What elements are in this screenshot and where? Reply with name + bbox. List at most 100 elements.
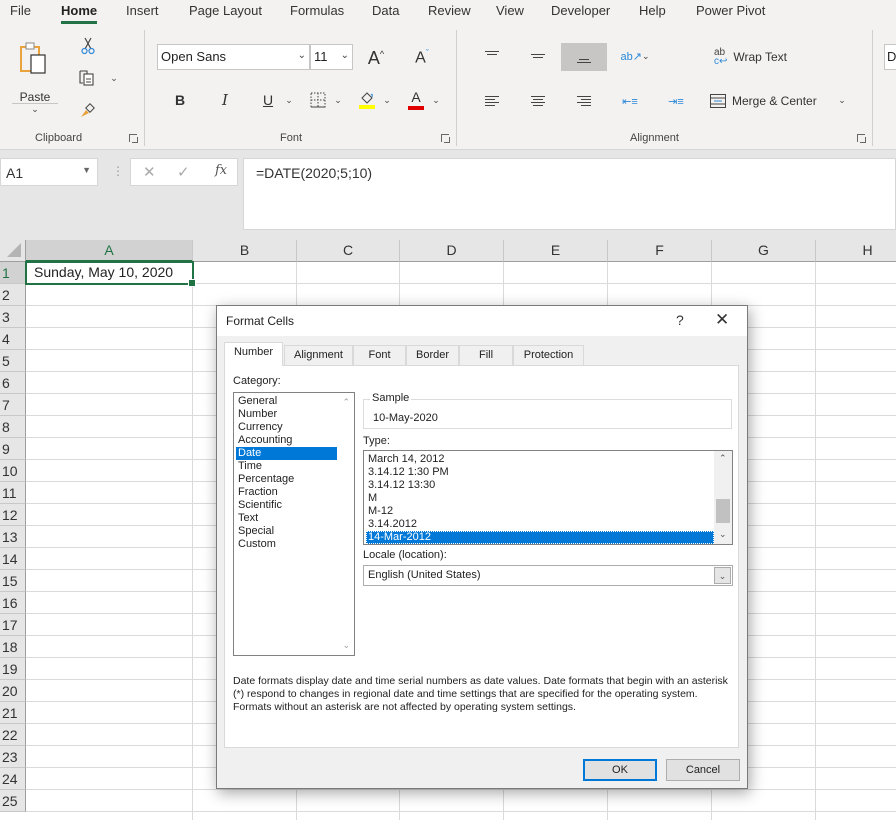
- close-button[interactable]: ✕: [715, 310, 729, 330]
- row-header-4[interactable]: 4: [0, 328, 26, 350]
- tab-font[interactable]: Font: [353, 345, 406, 365]
- tab-review[interactable]: Review: [428, 3, 471, 18]
- tab-number[interactable]: Number: [224, 342, 283, 366]
- paste-button[interactable]: [14, 38, 56, 82]
- scroll-up-icon[interactable]: ⌃: [719, 453, 727, 464]
- category-item-scientific[interactable]: Scientific: [236, 499, 337, 512]
- row-header-6[interactable]: 6: [0, 372, 26, 394]
- column-header-f[interactable]: F: [608, 240, 712, 262]
- formula-bar-grip[interactable]: ⋮: [112, 164, 124, 178]
- column-header-h[interactable]: H: [816, 240, 896, 262]
- type-item[interactable]: 3.14.12 1:30 PM: [366, 466, 714, 479]
- row-header-15[interactable]: 15: [0, 570, 26, 592]
- tab-file[interactable]: File: [10, 3, 31, 18]
- scroll-up-icon[interactable]: ⌃: [342, 397, 350, 408]
- increase-indent-button[interactable]: ⇥≡: [664, 90, 688, 112]
- column-header-b[interactable]: B: [193, 240, 297, 262]
- italic-button[interactable]: I: [216, 90, 234, 110]
- formula-input[interactable]: =DATE(2020;5;10): [243, 158, 896, 230]
- row-header-8[interactable]: 8: [0, 416, 26, 438]
- tab-insert[interactable]: Insert: [126, 3, 159, 18]
- row-header-3[interactable]: 3: [0, 306, 26, 328]
- category-list[interactable]: General Number Currency Accounting Date Time P…: [233, 392, 355, 656]
- top-align-button[interactable]: [480, 44, 504, 68]
- font-launcher-icon[interactable]: [441, 134, 450, 143]
- column-header-d[interactable]: D: [400, 240, 504, 262]
- underline-button[interactable]: U: [259, 90, 277, 110]
- align-right-button[interactable]: [572, 90, 596, 112]
- borders-dropdown-chevron[interactable]: ⌄: [332, 94, 344, 106]
- alignment-launcher-icon[interactable]: [857, 134, 866, 143]
- type-item[interactable]: March 14, 2012: [366, 453, 714, 466]
- row-header-7[interactable]: 7: [0, 394, 26, 416]
- fill-color-button[interactable]: [357, 88, 377, 112]
- type-item[interactable]: 3.14.2012: [366, 518, 714, 531]
- tab-page-layout[interactable]: Page Layout: [189, 3, 262, 18]
- row-header-19[interactable]: 19: [0, 658, 26, 680]
- type-list[interactable]: March 14, 2012 3.14.12 1:30 PM 3.14.12 13:…: [363, 450, 733, 545]
- merge-center-button[interactable]: Merge & Center: [710, 90, 822, 112]
- tab-fill[interactable]: Fill: [459, 345, 513, 365]
- font-size-combo[interactable]: 11 ⌄: [310, 44, 353, 70]
- cancel-button[interactable]: Cancel: [666, 759, 740, 781]
- merge-center-dropdown-chevron[interactable]: ⌄: [836, 94, 848, 106]
- cancel-entry-icon[interactable]: ✕: [143, 163, 156, 181]
- scroll-down-icon[interactable]: ⌄: [342, 640, 350, 651]
- row-header-16[interactable]: 16: [0, 592, 26, 614]
- column-header-a[interactable]: A: [26, 240, 193, 262]
- tab-view[interactable]: View: [496, 3, 524, 18]
- row-header-1[interactable]: 1: [0, 262, 26, 284]
- row-header-18[interactable]: 18: [0, 636, 26, 658]
- tab-alignment[interactable]: Alignment: [284, 345, 353, 365]
- tab-power-pivot[interactable]: Power Pivot: [696, 3, 765, 18]
- bottom-align-button[interactable]: [561, 43, 607, 71]
- row-header-20[interactable]: 20: [0, 680, 26, 702]
- insert-function-icon[interactable]: fx: [215, 163, 227, 178]
- locale-select[interactable]: English (United States) ⌄: [363, 565, 733, 586]
- type-item[interactable]: M: [366, 492, 714, 505]
- font-color-dropdown-chevron[interactable]: ⌄: [430, 94, 442, 106]
- category-item-accounting[interactable]: Accounting: [236, 434, 337, 447]
- column-header-c[interactable]: C: [297, 240, 400, 262]
- align-center-button[interactable]: [526, 90, 550, 112]
- font-name-combo[interactable]: Open Sans ⌄: [157, 44, 310, 70]
- row-header-9[interactable]: 9: [0, 438, 26, 460]
- confirm-entry-icon[interactable]: ✓: [177, 163, 190, 181]
- tab-data[interactable]: Data: [372, 3, 399, 18]
- type-scrollbar-thumb[interactable]: [716, 499, 730, 523]
- increase-font-size-button[interactable]: A^: [364, 46, 388, 70]
- tab-protection[interactable]: Protection: [513, 345, 584, 365]
- select-all-corner[interactable]: [0, 240, 26, 262]
- type-item[interactable]: 3.14.12 13:30: [366, 479, 714, 492]
- clipboard-launcher-icon[interactable]: [129, 134, 138, 143]
- category-item-number[interactable]: Number: [236, 408, 337, 421]
- align-left-button[interactable]: [480, 90, 504, 112]
- cell-a1[interactable]: Sunday, May 10, 2020: [25, 261, 196, 287]
- row-header-13[interactable]: 13: [0, 526, 26, 548]
- category-item-general[interactable]: General: [236, 395, 337, 408]
- category-item-custom[interactable]: Custom: [236, 538, 337, 551]
- row-header-23[interactable]: 23: [0, 746, 26, 768]
- middle-align-button[interactable]: [526, 44, 550, 68]
- row-header-17[interactable]: 17: [0, 614, 26, 636]
- type-item[interactable]: M-12: [366, 505, 714, 518]
- underline-dropdown-chevron[interactable]: ⌄: [283, 94, 295, 106]
- category-item-percentage[interactable]: Percentage: [236, 473, 337, 486]
- format-painter-button[interactable]: [78, 99, 98, 121]
- type-item[interactable]: 14-Mar-2012: [366, 531, 714, 544]
- row-header-24[interactable]: 24: [0, 768, 26, 790]
- number-format-combo[interactable]: D: [884, 44, 896, 70]
- bold-button[interactable]: B: [171, 90, 189, 110]
- category-item-date[interactable]: Date: [236, 447, 337, 460]
- tab-border[interactable]: Border: [406, 345, 459, 365]
- category-item-currency[interactable]: Currency: [236, 421, 337, 434]
- row-header-25[interactable]: 25: [0, 790, 26, 812]
- row-header-21[interactable]: 21: [0, 702, 26, 724]
- name-box[interactable]: A1 ▼: [0, 158, 98, 186]
- wrap-text-button[interactable]: ab c↩ Wrap Text: [714, 46, 794, 68]
- column-header-g[interactable]: G: [712, 240, 816, 262]
- help-button[interactable]: ?: [676, 312, 684, 328]
- row-header-5[interactable]: 5: [0, 350, 26, 372]
- row-header-10[interactable]: 10: [0, 460, 26, 482]
- row-header-11[interactable]: 11: [0, 482, 26, 504]
